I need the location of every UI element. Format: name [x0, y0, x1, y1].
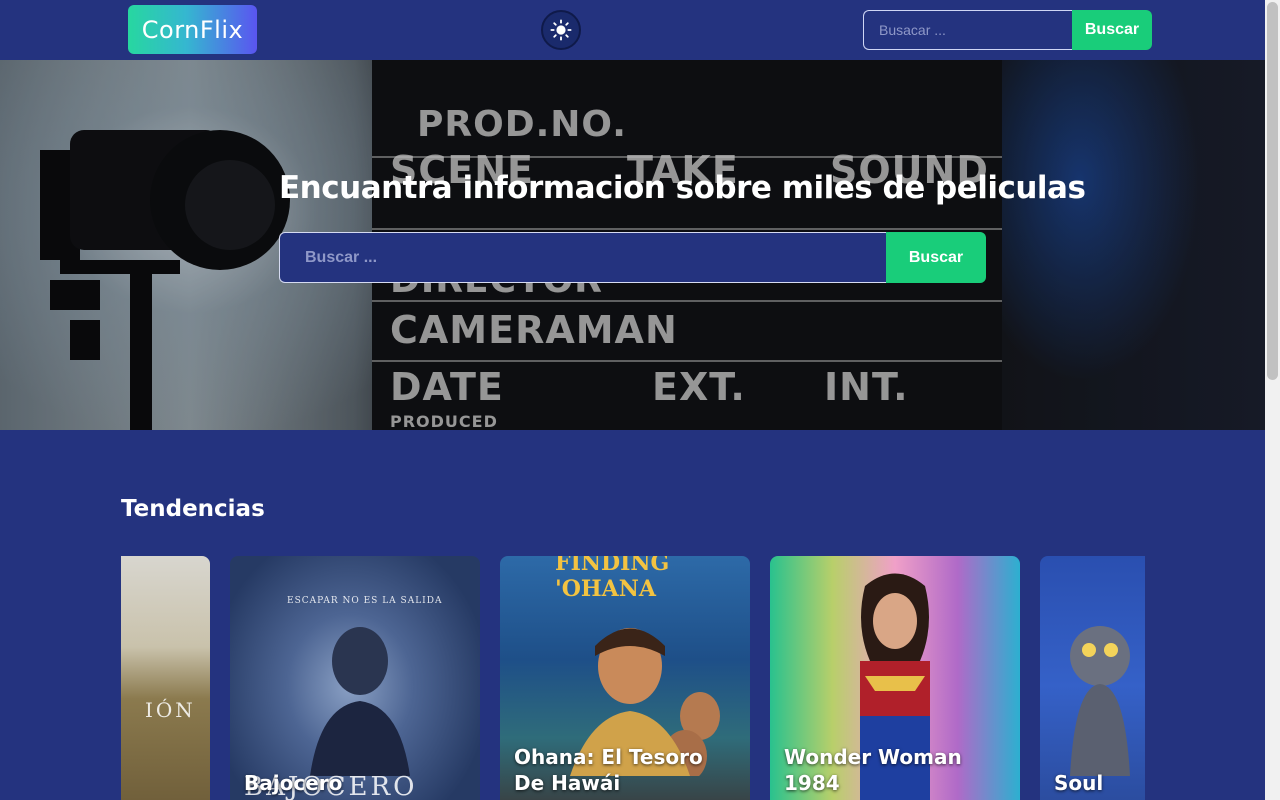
poster-figure	[310, 627, 410, 776]
movie-card[interactable]: ESCAPAR NO ES LA SALIDA BAJOCERO Bajocer…	[230, 556, 480, 800]
trending-title: Tendencias	[121, 496, 265, 522]
hero-title: Encuantra informacion sobre miles de pel…	[279, 170, 1086, 206]
movie-card-title: Wonder Woman 1984	[784, 745, 962, 795]
logo[interactable]: CornFlix	[128, 5, 257, 54]
navbar: CornFlix Buscar	[0, 0, 1265, 60]
poster-figure	[1070, 626, 1130, 776]
movie-card[interactable]: Wonder Woman 1984	[770, 556, 1020, 800]
sun-icon	[550, 19, 572, 41]
scrollbar-thumb[interactable]	[1267, 2, 1278, 380]
navbar-search: Buscar	[863, 10, 1152, 50]
hero-banner: PROD.NO. SCENE TAKE SOUND DIRECTOR CAMER…	[0, 60, 1265, 430]
navbar-search-input[interactable]	[863, 10, 1072, 50]
page-scrollbar[interactable]	[1265, 0, 1280, 800]
movie-card-title: Bajocero	[244, 771, 343, 795]
navbar-search-button[interactable]: Buscar	[1072, 10, 1152, 50]
hero-search-input[interactable]	[279, 232, 886, 283]
theme-toggle-button[interactable]	[541, 10, 581, 50]
movie-card-title: Ohana: El Tesoro De Hawái	[514, 745, 703, 795]
poster-tagline: ESCAPAR NO ES LA SALIDA	[287, 596, 443, 606]
trending-carousel: IÓN ESCAPAR NO ES LA SALIDA BAJOCERO Baj…	[121, 556, 1145, 800]
movie-card-title: Soul	[1054, 771, 1104, 795]
movie-card[interactable]: FINDING 'OHANA Ohana: El Tesoro De Hawái	[500, 556, 750, 800]
movie-card[interactable]: Soul	[1040, 556, 1145, 800]
poster-text: IÓN	[145, 698, 196, 722]
movie-card[interactable]: IÓN	[121, 556, 210, 800]
hero-search-button[interactable]: Buscar	[886, 232, 986, 283]
hero-search: Buscar	[279, 232, 986, 283]
